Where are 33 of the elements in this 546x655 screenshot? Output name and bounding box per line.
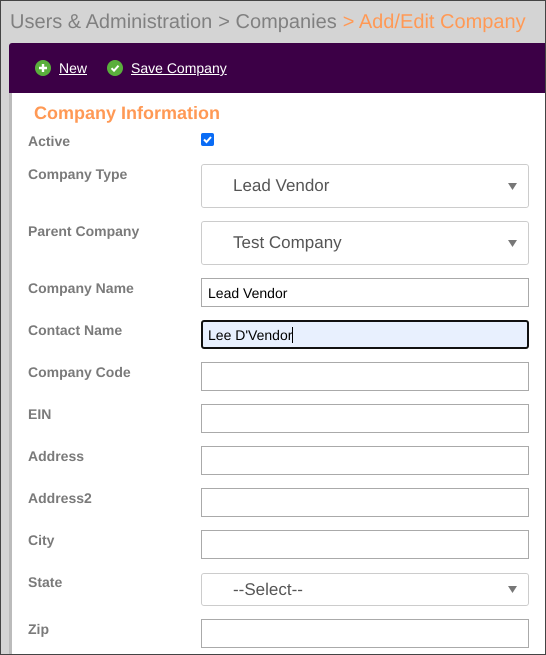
- input-field[interactable]: [201, 488, 529, 517]
- field-label: Company Code: [28, 363, 132, 380]
- save-link[interactable]: Save Company: [107, 60, 227, 76]
- check-icon: [107, 60, 124, 76]
- input-field[interactable]: [201, 530, 529, 559]
- input-field[interactable]: [201, 404, 529, 433]
- field-label: Company Type: [28, 165, 128, 182]
- field-label: Address2: [28, 489, 93, 506]
- field-label: Parent Company: [28, 222, 140, 239]
- input-field[interactable]: [201, 446, 529, 475]
- caret-icon: [508, 240, 517, 246]
- input-field[interactable]: [201, 619, 529, 648]
- field-label: Active: [28, 132, 72, 149]
- section-title: Company Information: [34, 103, 222, 123]
- field-label: City: [28, 531, 56, 548]
- input-field[interactable]: Lee D'Vendor: [201, 320, 529, 349]
- breadcrumb-item: > Add/Edit Company: [342, 10, 526, 34]
- field-label: Contact Name: [28, 321, 124, 338]
- field-label: State: [28, 573, 64, 590]
- caret-icon: [508, 586, 517, 593]
- dropdown[interactable]: Test Company: [201, 221, 529, 265]
- field-label: Company Name: [28, 279, 135, 296]
- new-link[interactable]: New: [35, 60, 88, 76]
- caret-icon: [508, 182, 517, 190]
- plus-icon: [35, 60, 51, 76]
- dropdown[interactable]: Lead Vendor: [201, 164, 529, 208]
- input-field[interactable]: Lead Vendor: [201, 278, 529, 307]
- field-label: Address: [28, 447, 86, 464]
- input-field[interactable]: [201, 362, 529, 391]
- dropdown[interactable]: --Select--: [201, 573, 529, 606]
- checkbox[interactable]: [201, 133, 214, 146]
- field-label: EIN: [28, 405, 52, 422]
- field-label: Zip: [28, 620, 50, 637]
